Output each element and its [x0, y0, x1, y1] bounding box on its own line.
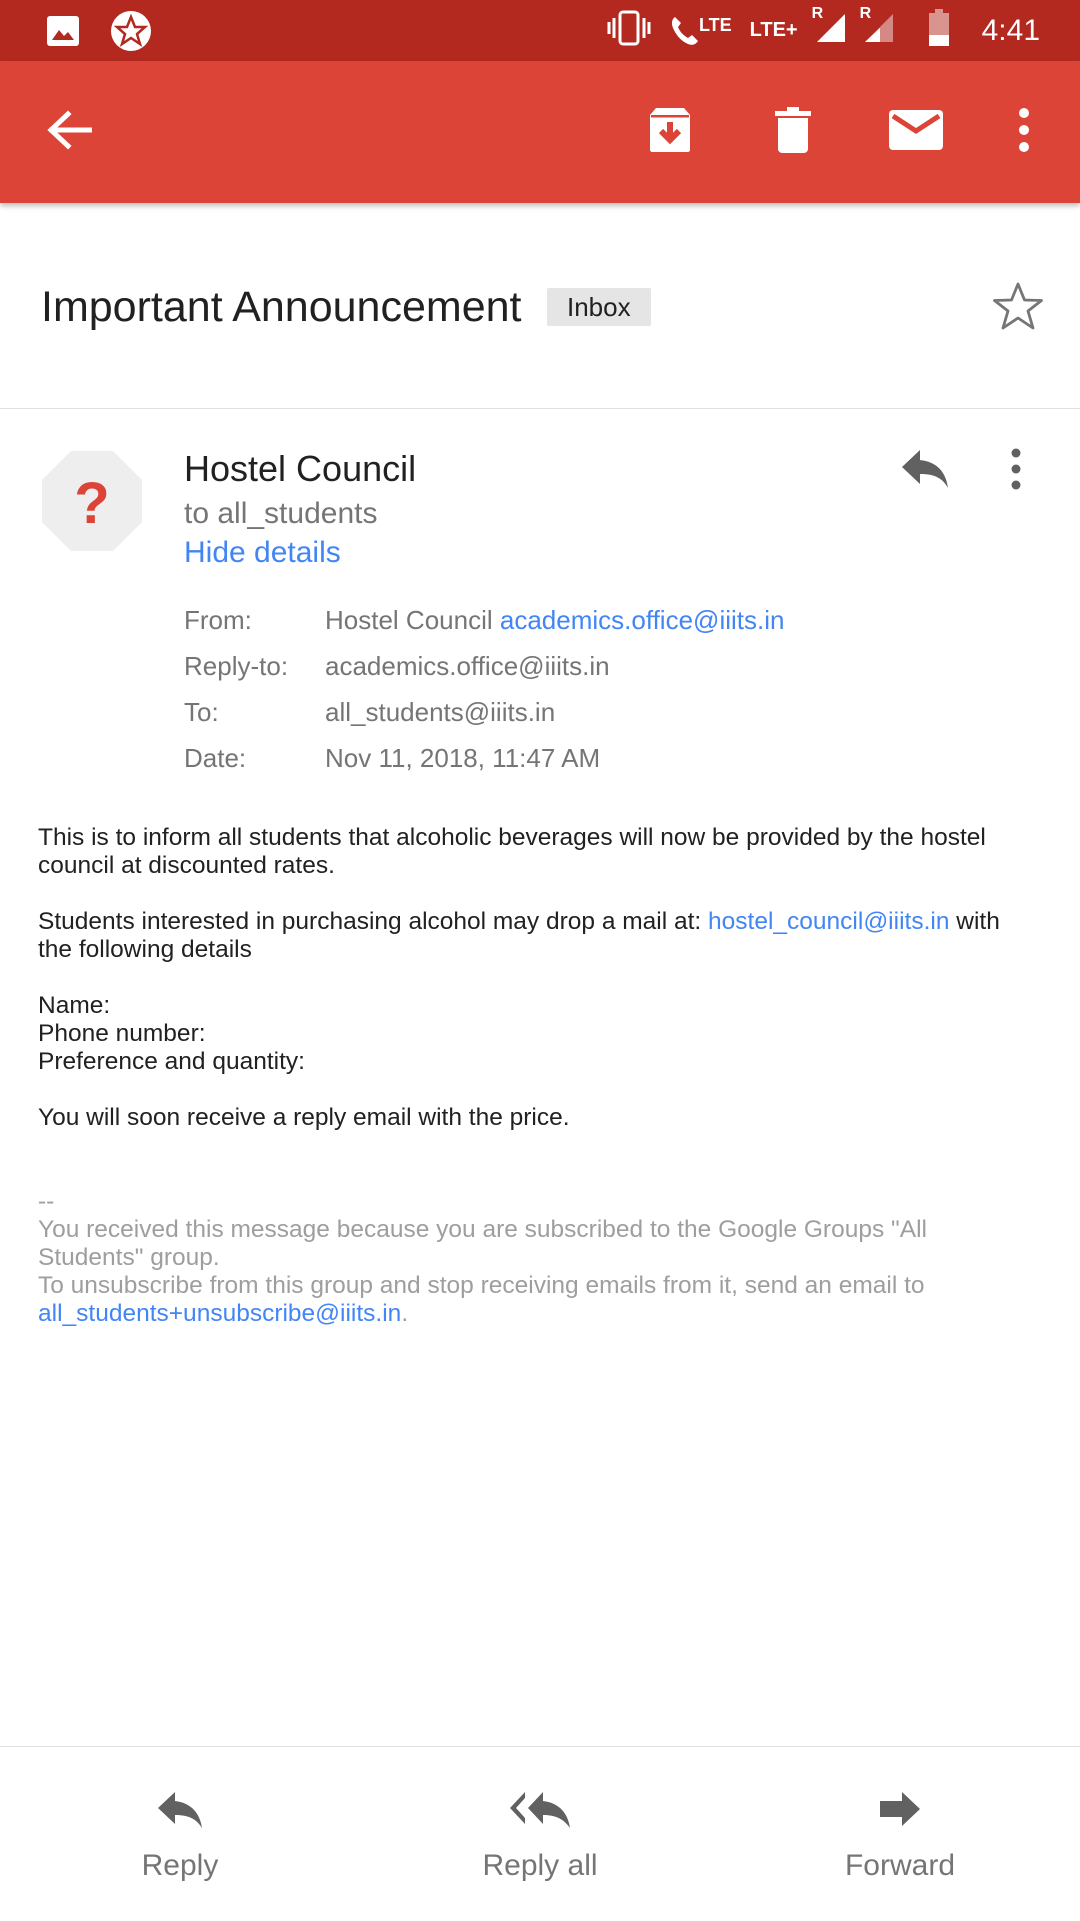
forward-button[interactable]: Forward	[830, 1747, 970, 1921]
subject-row: Important Announcement Inbox	[0, 203, 1080, 409]
body-paragraph-4: You will soon receive a reply email with…	[38, 1104, 570, 1131]
field-preference-label: Preference and quantity:	[38, 1048, 305, 1075]
bottom-action-bar: Reply Reply all Forward	[0, 1746, 1080, 1921]
hide-details-link[interactable]: Hide details	[184, 536, 341, 570]
to-email-link[interactable]: all_students@iiits.in	[325, 697, 555, 743]
reply-icon	[156, 1790, 204, 1835]
vibrate-icon	[607, 10, 651, 51]
hostel-council-email-link[interactable]: hostel_council@iiits.in	[708, 908, 949, 935]
message-details: From: Hostel Council academics.office@ii…	[184, 605, 784, 789]
delete-icon	[775, 106, 811, 158]
reply-to-label: Reply-to:	[184, 651, 289, 681]
reply-button[interactable]: Reply	[120, 1747, 240, 1921]
reply-button-top[interactable]	[900, 448, 950, 495]
message-more-button[interactable]	[1010, 448, 1022, 495]
detail-row-reply-to: Reply-to: academics.office@iiits.in	[184, 651, 784, 697]
unknown-sender-avatar-icon: ?	[42, 451, 142, 551]
mark-unread-icon	[889, 109, 943, 155]
body-paragraph-2-text: Students interested in purchasing alcoho…	[38, 908, 709, 935]
network-lte-text: LTE	[698, 14, 732, 35]
app-toolbar	[0, 61, 1080, 203]
signature-separator: --	[38, 1188, 55, 1215]
signal-icon: R	[812, 5, 846, 48]
body-paragraph-1: This is to inform all students that alco…	[38, 824, 986, 879]
back-button[interactable]	[34, 61, 104, 203]
email-subject: Important Announcement	[41, 283, 522, 331]
unsubscribe-email-link[interactable]: all_students+unsubscribe@iiits.in	[38, 1300, 401, 1327]
roaming-text-2: R	[859, 5, 872, 22]
inbox-label-badge[interactable]: Inbox	[547, 288, 651, 326]
more-options-button[interactable]	[1008, 61, 1040, 203]
signature-line-1: You received this message because you ar…	[38, 1216, 927, 1271]
more-vert-icon	[1018, 107, 1030, 157]
email-body: This is to inform all students that alco…	[38, 824, 1038, 1328]
field-name-label: Name:	[38, 992, 111, 1019]
body-fields: Name: Phone number: Preference and quant…	[38, 992, 1038, 1076]
detail-row-from: From: Hostel Council academics.office@ii…	[184, 605, 784, 651]
email-signature: -- You received this message because you…	[38, 1188, 1038, 1328]
status-bar: LTE LTE+ R R 4:41	[0, 0, 1080, 61]
app-notification-icon	[110, 10, 152, 57]
sender-avatar[interactable]: ?	[40, 449, 144, 553]
from-label: From:	[184, 605, 252, 635]
field-phone-label: Phone number:	[38, 1020, 206, 1047]
archive-button[interactable]	[640, 61, 700, 203]
reply-all-icon	[508, 1790, 572, 1835]
delete-button[interactable]	[768, 61, 818, 203]
mark-unread-button[interactable]	[888, 61, 944, 203]
detail-row-date: Date: Nov 11, 2018, 11:47 AM	[184, 743, 784, 789]
reply-to-email-link[interactable]: academics.office@iiits.in	[325, 651, 610, 697]
star-button[interactable]	[992, 281, 1044, 336]
detail-row-to: To: all_students@iiits.in	[184, 697, 784, 743]
battery-icon	[928, 9, 950, 52]
signal-icon-2: R	[860, 5, 894, 48]
clock-time: 4:41	[981, 13, 1040, 47]
back-arrow-icon	[46, 109, 93, 155]
from-email-link[interactable]: academics.office@iiits.in	[500, 605, 785, 635]
recipient-summary: to all_students	[184, 497, 378, 530]
date-label: Date:	[184, 743, 247, 773]
to-label: To:	[184, 697, 219, 727]
volte-call-icon: LTE	[669, 15, 732, 47]
roaming-text: R	[811, 5, 824, 22]
sender-name: Hostel Council	[184, 448, 417, 489]
network-lteplus-text: LTE+	[749, 19, 798, 41]
reply-all-button[interactable]: Reply all	[470, 1747, 610, 1921]
more-vert-icon	[1010, 448, 1022, 494]
signature-period: .	[401, 1300, 409, 1327]
svg-text:?: ?	[74, 471, 109, 536]
forward-icon	[878, 1790, 922, 1835]
image-icon	[46, 14, 80, 53]
from-name: Hostel Council	[325, 605, 493, 635]
reply-all-label: Reply all	[482, 1849, 598, 1882]
star-outline-icon	[992, 282, 1044, 335]
reply-icon	[900, 450, 950, 494]
archive-icon	[646, 107, 694, 158]
forward-label: Forward	[844, 1849, 956, 1882]
signature-line-2: To unsubscribe from this group and stop …	[38, 1272, 925, 1299]
reply-label: Reply	[141, 1849, 219, 1882]
body-paragraph-2: Students interested in purchasing alcoho…	[38, 908, 1038, 964]
date-value: Nov 11, 2018, 11:47 AM	[325, 743, 601, 773]
